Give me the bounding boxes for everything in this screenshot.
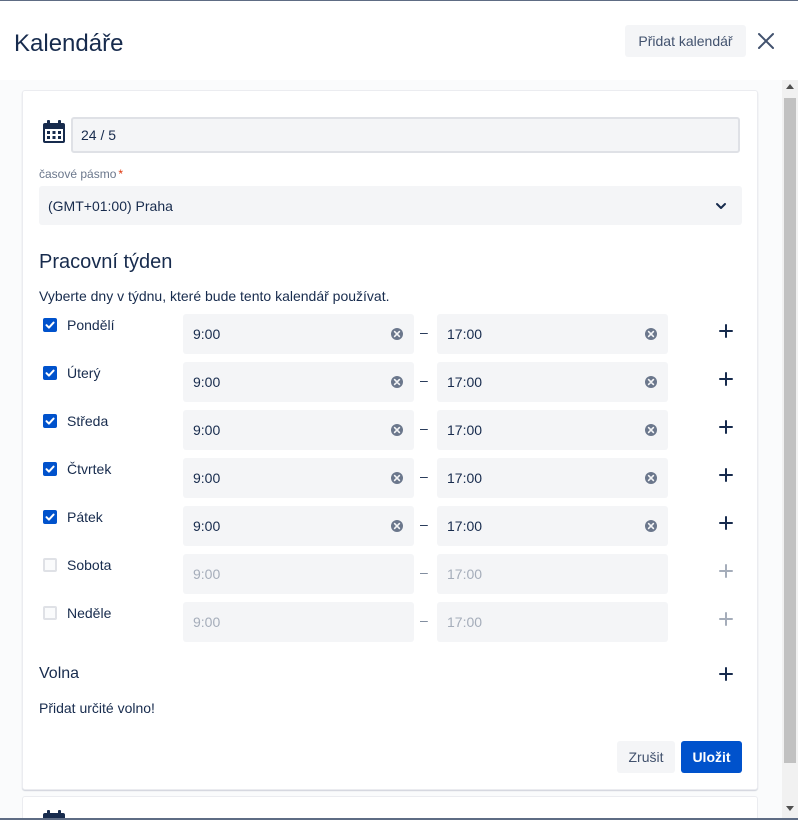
scroll-up-arrow-icon[interactable] xyxy=(786,84,794,89)
end-time-value: 17:00 xyxy=(447,470,483,486)
clear-icon[interactable] xyxy=(644,423,658,437)
clear-icon[interactable] xyxy=(390,471,404,485)
start-time-value: 9:00 xyxy=(193,326,221,342)
scrollbar[interactable] xyxy=(782,80,798,818)
day-label: Úterý xyxy=(67,365,101,381)
day-row: Sobota 9:00 – 17:00 xyxy=(23,554,757,594)
end-time-input[interactable]: 17:00 xyxy=(437,314,668,354)
end-time-input[interactable]: 17:00 xyxy=(437,362,668,402)
end-time-value: 17:00 xyxy=(447,518,483,534)
day-label: Sobota xyxy=(67,557,112,573)
time-separator: – xyxy=(420,564,428,580)
clear-icon[interactable] xyxy=(390,423,404,437)
working-week-heading: Pracovní týden xyxy=(39,251,173,273)
add-time-range-button[interactable] xyxy=(717,466,735,484)
time-separator: – xyxy=(420,324,428,340)
scroll-down-arrow-icon[interactable] xyxy=(786,806,794,811)
time-separator: – xyxy=(420,516,428,532)
add-holiday-button[interactable] xyxy=(717,665,735,683)
add-time-range-button[interactable] xyxy=(717,610,735,628)
add-time-range-button[interactable] xyxy=(717,370,735,388)
calendar-card: časové pásmo* (GMT+01:00) Praha Pracovní… xyxy=(22,90,758,790)
clear-icon[interactable] xyxy=(644,375,658,389)
day-row: Středa 9:00 – 17:00 xyxy=(23,410,757,450)
end-time-input[interactable]: 17:00 xyxy=(437,554,668,594)
save-button[interactable]: Uložit xyxy=(681,741,742,773)
start-time-input[interactable]: 9:00 xyxy=(183,314,414,354)
calendar-name-input[interactable] xyxy=(71,117,740,153)
end-time-input[interactable]: 17:00 xyxy=(437,602,668,642)
end-time-value: 17:00 xyxy=(447,614,483,630)
time-separator: – xyxy=(420,468,428,484)
start-time-value: 9:00 xyxy=(193,374,221,390)
start-time-value: 9:00 xyxy=(193,470,221,486)
day-row: Neděle 9:00 – 17:00 xyxy=(23,602,757,642)
start-time-value: 9:00 xyxy=(193,518,221,534)
day-row: Pondělí 9:00 – 17:00 xyxy=(23,314,757,354)
add-calendar-button[interactable]: Přidat kalendář xyxy=(625,25,746,57)
start-time-input[interactable]: 9:00 xyxy=(183,506,414,546)
end-time-input[interactable]: 17:00 xyxy=(437,458,668,498)
end-time-value: 17:00 xyxy=(447,566,483,582)
day-checkbox[interactable] xyxy=(43,558,57,572)
timezone-label: časové pásmo * xyxy=(39,167,124,181)
time-separator: – xyxy=(420,612,428,628)
end-time-value: 17:00 xyxy=(447,326,483,342)
start-time-input[interactable]: 9:00 xyxy=(183,362,414,402)
next-calendar-card xyxy=(22,796,758,818)
clear-icon[interactable] xyxy=(644,471,658,485)
day-row: Čtvrtek 9:00 – 17:00 xyxy=(23,458,757,498)
working-week-description: Vyberte dny v týdnu, které bude tento ka… xyxy=(39,288,390,304)
start-time-value: 9:00 xyxy=(193,566,221,582)
holidays-text: Přidat určité volno! xyxy=(39,700,155,716)
day-row: Úterý 9:00 – 17:00 xyxy=(23,362,757,402)
add-time-range-button[interactable] xyxy=(717,418,735,436)
clear-icon[interactable] xyxy=(644,519,658,533)
window-top-border xyxy=(0,0,798,1)
holidays-heading: Volna xyxy=(39,665,80,682)
add-time-range-button[interactable] xyxy=(717,562,735,580)
start-time-input[interactable]: 9:00 xyxy=(183,458,414,498)
time-separator: – xyxy=(420,420,428,436)
close-icon[interactable] xyxy=(754,29,778,53)
clear-icon[interactable] xyxy=(390,519,404,533)
end-time-input[interactable]: 17:00 xyxy=(437,410,668,450)
end-time-value: 17:00 xyxy=(447,374,483,390)
chevron-down-icon xyxy=(716,203,726,209)
day-label: Čtvrtek xyxy=(67,461,112,477)
clear-icon[interactable] xyxy=(390,327,404,341)
start-time-input[interactable]: 9:00 xyxy=(183,410,414,450)
page-title: Kalendáře xyxy=(14,30,124,57)
calendar-icon xyxy=(41,119,67,145)
required-mark: * xyxy=(118,167,124,181)
day-label: Pátek xyxy=(67,509,103,525)
calendar-list: časové pásmo* (GMT+01:00) Praha Pracovní… xyxy=(0,80,782,818)
start-time-input[interactable]: 9:00 xyxy=(183,602,414,642)
cancel-button[interactable]: Zrušit xyxy=(617,741,675,773)
end-time-value: 17:00 xyxy=(447,422,483,438)
day-checkbox[interactable] xyxy=(43,510,57,524)
day-checkbox[interactable] xyxy=(43,414,57,428)
start-time-value: 9:00 xyxy=(193,614,221,630)
add-time-range-button[interactable] xyxy=(717,514,735,532)
day-checkbox[interactable] xyxy=(43,462,57,476)
add-time-range-button[interactable] xyxy=(717,322,735,340)
day-checkbox[interactable] xyxy=(43,366,57,380)
day-row: Pátek 9:00 – 17:00 xyxy=(23,506,757,546)
clear-icon[interactable] xyxy=(390,375,404,389)
calendar-icon xyxy=(41,809,67,818)
timezone-select[interactable]: (GMT+01:00) Praha xyxy=(39,186,742,225)
scrollbar-thumb[interactable] xyxy=(784,98,796,763)
day-checkbox[interactable] xyxy=(43,318,57,332)
start-time-value: 9:00 xyxy=(193,422,221,438)
day-checkbox[interactable] xyxy=(43,606,57,620)
time-separator: – xyxy=(420,372,428,388)
clear-icon[interactable] xyxy=(644,327,658,341)
timezone-value: (GMT+01:00) Praha xyxy=(48,197,173,214)
day-label: Středa xyxy=(67,413,109,429)
day-label: Pondělí xyxy=(67,317,115,333)
end-time-input[interactable]: 17:00 xyxy=(437,506,668,546)
start-time-input[interactable]: 9:00 xyxy=(183,554,414,594)
day-label: Neděle xyxy=(67,605,112,621)
